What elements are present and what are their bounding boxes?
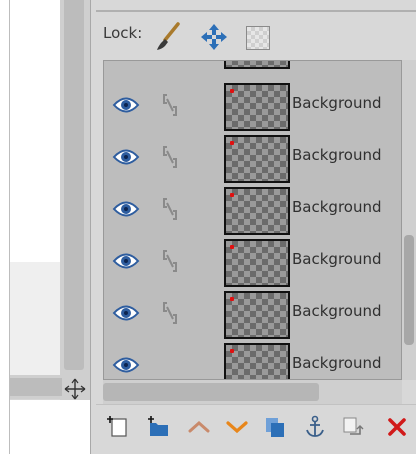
eye-icon[interactable] xyxy=(112,355,140,375)
chain-link-icon[interactable] xyxy=(159,249,181,273)
list-item[interactable]: Background xyxy=(104,287,401,339)
delete-layer-icon[interactable] xyxy=(384,414,410,440)
layer-name[interactable]: Background xyxy=(292,94,382,112)
merge-down-icon[interactable] xyxy=(340,414,366,440)
layer-thumbnail xyxy=(224,61,290,69)
list-item[interactable]: Background xyxy=(104,339,401,379)
new-layer-icon[interactable] xyxy=(106,414,132,440)
new-layer-group-icon[interactable] xyxy=(146,414,172,440)
eye-icon[interactable] xyxy=(112,95,140,115)
alpha-checker-icon[interactable] xyxy=(246,26,270,50)
list-item[interactable] xyxy=(104,61,401,69)
canvas-bottom-area xyxy=(10,400,90,454)
layer-name[interactable]: Background xyxy=(292,198,382,216)
layer-thumbnail xyxy=(224,239,290,287)
chain-link-icon[interactable] xyxy=(159,301,181,325)
move-arrows-icon[interactable] xyxy=(200,23,228,51)
list-item[interactable]: Background xyxy=(104,235,401,287)
anchor-layer-icon[interactable] xyxy=(302,414,328,440)
layer-name[interactable]: Background xyxy=(292,354,382,372)
eye-icon[interactable] xyxy=(112,147,140,167)
eye-icon[interactable] xyxy=(112,251,140,271)
layers-horizontal-scroll-thumb[interactable] xyxy=(103,383,319,401)
eye-icon[interactable] xyxy=(112,303,140,323)
chain-link-icon[interactable] xyxy=(159,197,181,221)
layer-thumbnail xyxy=(224,135,290,183)
raise-layer-icon[interactable] xyxy=(186,414,212,440)
list-item[interactable]: Background xyxy=(104,79,401,131)
eye-icon[interactable] xyxy=(112,199,140,219)
duplicate-layer-icon[interactable] xyxy=(262,414,288,440)
layers-vertical-scroll-thumb[interactable] xyxy=(404,235,414,345)
dock-separator xyxy=(96,10,416,12)
layers-toolbar xyxy=(96,404,416,454)
chain-link-icon[interactable] xyxy=(159,145,181,169)
list-item[interactable]: Background xyxy=(104,131,401,183)
chain-link-icon[interactable] xyxy=(159,93,181,117)
paintbrush-icon[interactable] xyxy=(155,22,181,52)
layer-thumbnail xyxy=(224,343,290,379)
canvas-horizontal-scroll-thumb[interactable] xyxy=(10,378,62,396)
layer-name[interactable]: Background xyxy=(292,146,382,164)
layer-thumbnail xyxy=(224,291,290,339)
layer-thumbnail xyxy=(224,187,290,235)
layer-name[interactable]: Background xyxy=(292,250,382,268)
lower-layer-icon[interactable] xyxy=(224,414,250,440)
navigate-crosshair-icon[interactable] xyxy=(64,378,86,400)
lock-label: Lock: xyxy=(103,24,143,42)
canvas-vertical-scroll-thumb[interactable] xyxy=(64,0,84,370)
canvas-left-border xyxy=(0,0,10,454)
list-item[interactable]: Background xyxy=(104,183,401,235)
layer-thumbnail xyxy=(224,83,290,131)
layer-name[interactable]: Background xyxy=(292,302,382,320)
layers-list[interactable]: Background Background Background Backgro… xyxy=(103,60,402,380)
